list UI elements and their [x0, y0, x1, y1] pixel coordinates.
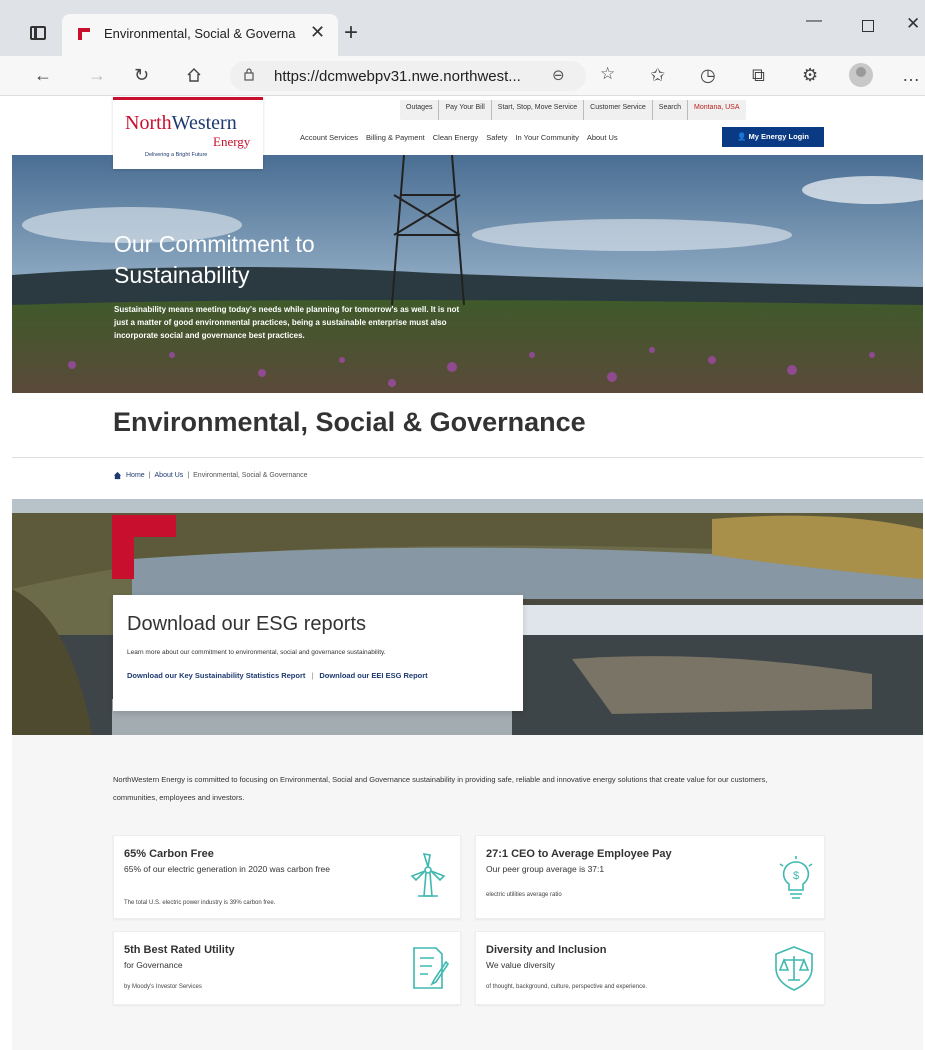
breadcrumb-home-icon[interactable]	[113, 471, 122, 480]
logo-tagline: Delivering a Bright Future	[145, 152, 208, 158]
utility-location[interactable]: Montana, USA	[688, 100, 746, 120]
utility-start-stop-move[interactable]: Start, Stop, Move Service	[492, 100, 585, 120]
northwestern-favicon-icon	[78, 28, 90, 40]
stat-card-carbon-free: 65% Carbon Free 65% of our electric gene…	[113, 835, 461, 919]
tab-title: Environmental, Social & Governa	[104, 26, 296, 41]
web-page: Outages Pay Your Bill Start, Stop, Move …	[0, 97, 925, 1050]
wind-turbine-icon	[410, 852, 446, 897]
breadcrumb: Home | About Us | Environmental, Social …	[113, 471, 308, 480]
utility-pay-bill[interactable]: Pay Your Bill	[439, 100, 492, 120]
stat-title: 27:1 CEO to Average Employee Pay	[486, 848, 672, 860]
nav-in-your-community[interactable]: In Your Community	[515, 133, 578, 142]
red-corner-accent	[112, 515, 176, 579]
stat-subtitle: Our peer group average is 37:1	[486, 864, 605, 874]
tab-actions-icon[interactable]	[30, 26, 46, 40]
my-energy-login-button[interactable]: 👤 My Energy Login	[722, 127, 824, 147]
logo-energy: Energy	[213, 134, 251, 149]
stat-note: by Moody's Investor Services	[124, 984, 202, 990]
main-nav: Account Services Billing & Payment Clean…	[300, 133, 618, 142]
active-tab[interactable]: Environmental, Social & Governa ✕	[62, 14, 338, 56]
breadcrumb-current: Environmental, Social & Governance	[193, 472, 308, 479]
maximize-icon[interactable]	[862, 20, 874, 32]
stat-title: 5th Best Rated Utility	[124, 944, 235, 956]
stat-card-governance: 5th Best Rated Utility for Governance by…	[113, 931, 461, 1005]
home-icon[interactable]	[186, 67, 202, 83]
breadcrumb-separator: |	[187, 472, 190, 479]
history-icon[interactable]: ◷	[700, 64, 716, 86]
hero-title: Our Commitment to Sustainability	[114, 231, 315, 288]
eei-esg-report-link[interactable]: Download our EEI ESG Report	[319, 671, 427, 680]
stats-section: NorthWestern Energy is committed to focu…	[12, 735, 923, 1050]
stat-card-diversity: Diversity and Inclusion We value diversi…	[475, 931, 825, 1005]
utility-outages[interactable]: Outages	[400, 100, 440, 120]
nav-clean-energy[interactable]: Clean Energy	[433, 133, 478, 142]
stat-card-ceo-pay: 27:1 CEO to Average Employee Pay Our pee…	[475, 835, 825, 919]
forward-icon[interactable]: →	[88, 64, 106, 86]
reports-text: Learn more about our commitment to envir…	[127, 649, 386, 656]
lightbulb-dollar-icon: $	[779, 856, 813, 899]
link-separator: |	[311, 671, 314, 680]
lock-icon[interactable]	[244, 68, 254, 81]
hero-text: Sustainability means meeting today's nee…	[114, 305, 460, 340]
new-tab-button[interactable]: +	[344, 21, 358, 45]
tab-close-icon[interactable]: ✕	[310, 22, 325, 43]
breadcrumb-home[interactable]: Home	[126, 472, 145, 479]
stat-note: electric utilities average ratio	[486, 892, 562, 898]
nav-safety[interactable]: Safety	[486, 133, 507, 142]
refresh-icon[interactable]: ↻	[134, 64, 149, 86]
breadcrumb-about[interactable]: About Us	[155, 472, 184, 479]
nav-about-us[interactable]: About Us	[587, 133, 618, 142]
user-icon: 👤	[737, 132, 749, 141]
utility-customer-service[interactable]: Customer Service	[584, 100, 653, 120]
hero-banner: Our Commitment to Sustainability Sustain…	[12, 155, 923, 393]
stat-subtitle: for Governance	[124, 960, 183, 970]
back-icon[interactable]: ←	[34, 64, 52, 86]
favorites-icon[interactable]: ✩	[650, 64, 665, 86]
shield-scales-icon	[775, 946, 813, 991]
report-links: Download our Key Sustainability Statisti…	[127, 671, 428, 680]
divider	[12, 457, 923, 458]
tab-strip: Environmental, Social & Governa ✕ + — ✕	[0, 0, 925, 56]
svg-text:$: $	[793, 870, 799, 882]
logo-wordmark: NorthWestern	[125, 112, 237, 134]
stat-subtitle: We value diversity	[486, 960, 555, 970]
utility-nav: Outages Pay Your Bill Start, Stop, Move …	[400, 100, 746, 120]
utility-search[interactable]: Search	[653, 100, 688, 120]
profile-avatar[interactable]	[849, 63, 873, 87]
stat-note: of thought, background, culture, perspec…	[486, 984, 648, 990]
northwestern-logo[interactable]: NorthWestern Energy Delivering a Bright …	[113, 97, 263, 169]
page-title: Environmental, Social & Governance	[113, 407, 586, 437]
key-sustainability-report-link[interactable]: Download our Key Sustainability Statisti…	[127, 671, 305, 680]
stat-note: The total U.S. electric power industry i…	[124, 900, 276, 906]
document-pen-icon	[413, 947, 450, 989]
reports-title: Download our ESG reports	[127, 613, 367, 635]
browser-window: Environmental, Social & Governa ✕ + — ✕ …	[0, 0, 925, 1050]
collections-icon[interactable]: ⧉	[752, 64, 765, 86]
more-menu-icon[interactable]: …	[902, 64, 920, 86]
esg-reports-card: Download our ESG reports Learn more abou…	[113, 595, 523, 711]
nav-account-services[interactable]: Account Services	[300, 133, 358, 142]
address-bar[interactable]: https://dcmwebpv31.nwe.northwest... ⊖	[230, 61, 586, 91]
url-text: https://dcmwebpv31.nwe.northwest...	[274, 68, 521, 85]
intro-paragraph: NorthWestern Energy is committed to focu…	[113, 775, 768, 802]
stat-subtitle: 65% of our electric generation in 2020 w…	[124, 864, 331, 874]
browser-toolbar: ← → ↻ https://dcmwebpv31.nwe.northwest..…	[0, 56, 925, 96]
zoom-icon[interactable]: ⊖	[552, 66, 565, 84]
minimize-icon[interactable]: —	[806, 12, 822, 30]
nav-billing-payment[interactable]: Billing & Payment	[366, 133, 425, 142]
window-close-icon[interactable]: ✕	[906, 14, 920, 34]
add-favorite-icon[interactable]: ☆	[600, 64, 615, 84]
extensions-icon[interactable]: ⚙	[802, 64, 818, 86]
stat-title: Diversity and Inclusion	[486, 944, 607, 956]
stat-title: 65% Carbon Free	[124, 848, 214, 860]
breadcrumb-separator: |	[148, 472, 151, 479]
